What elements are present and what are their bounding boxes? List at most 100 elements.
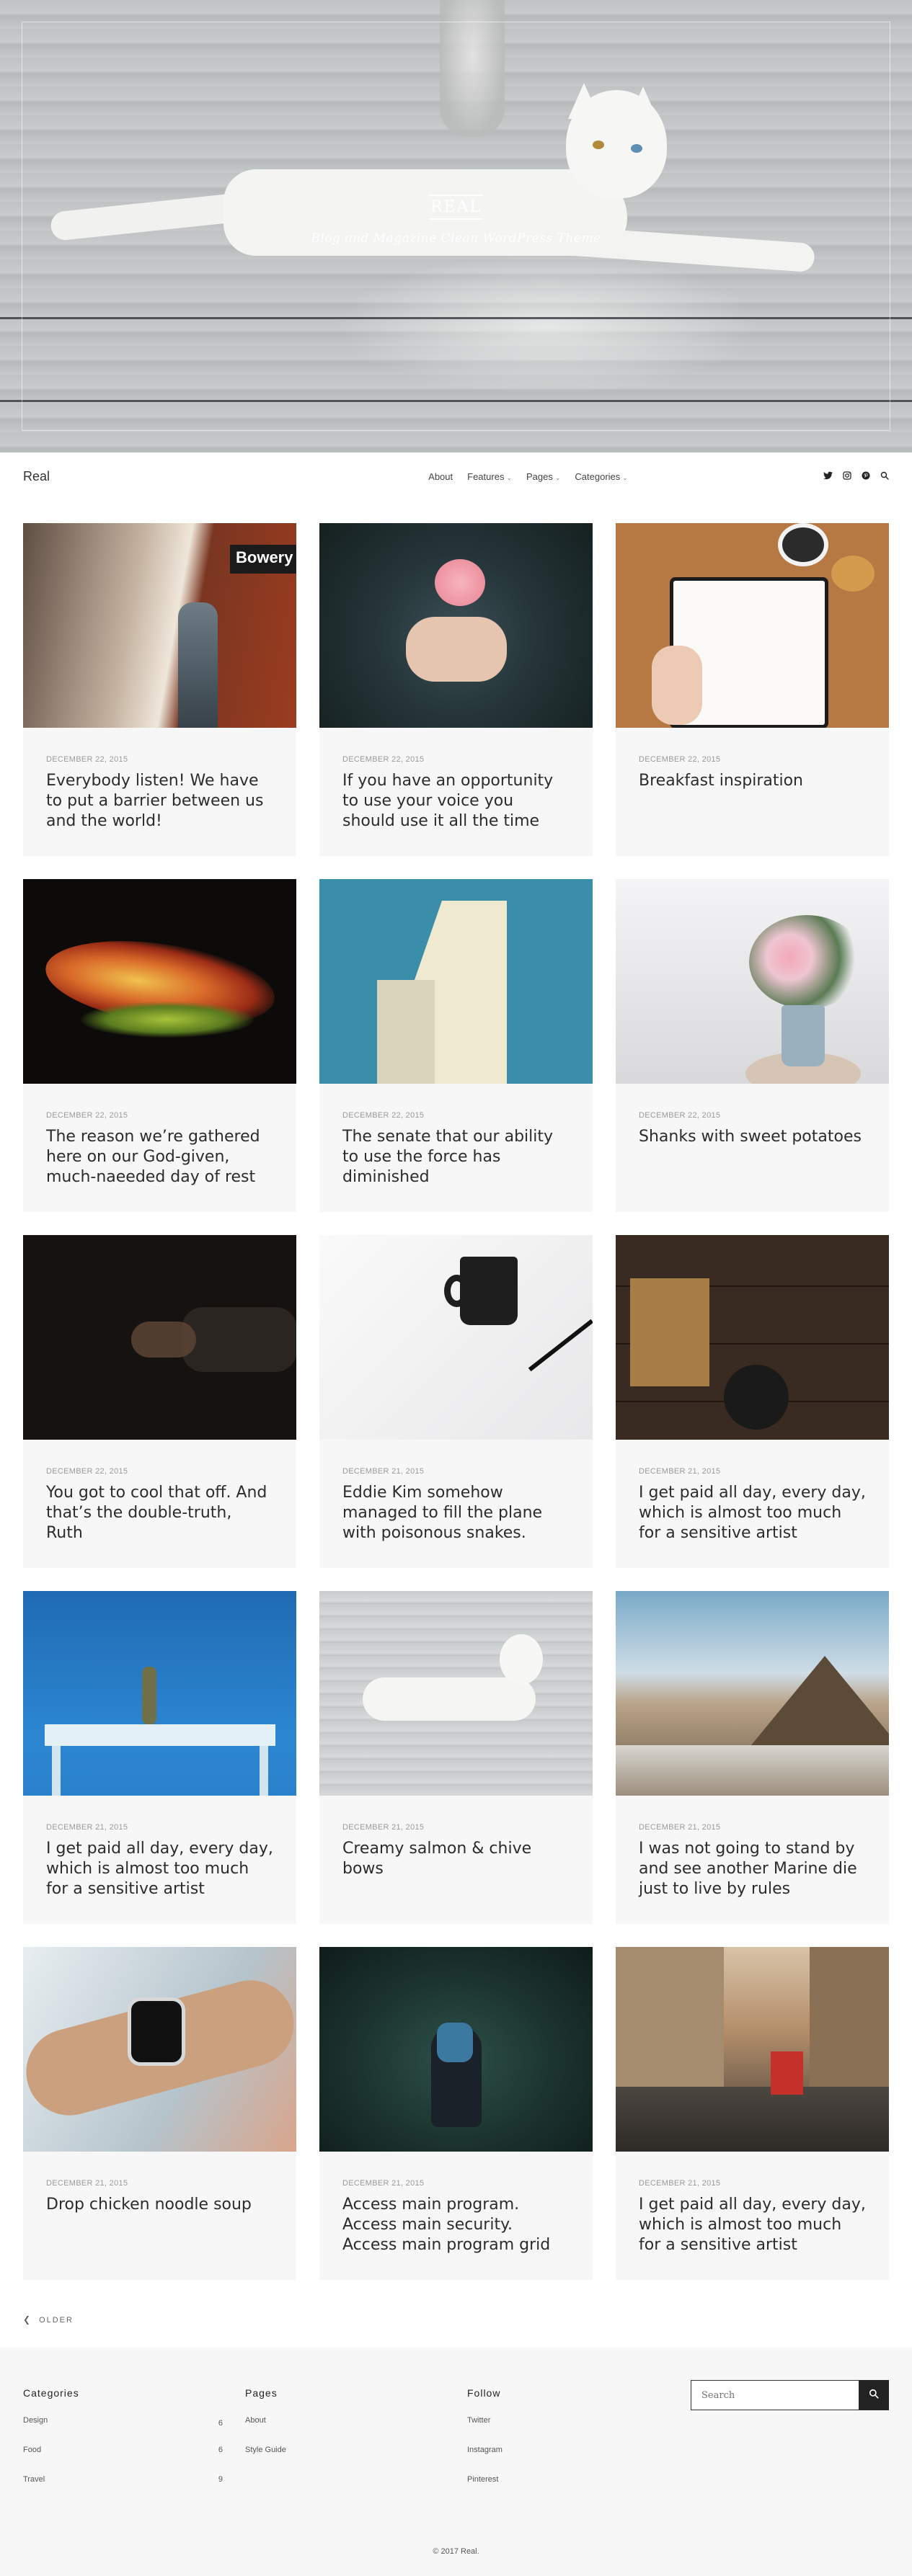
post-title[interactable]: Eddie Kim somehow managed to fill the pl…: [342, 1483, 570, 1543]
hero-site-title[interactable]: REAL: [428, 195, 484, 220]
footer-search-button[interactable]: [859, 2380, 889, 2410]
category-count: 6: [218, 2446, 223, 2454]
menu-item-features[interactable]: Features ⌄: [467, 471, 512, 482]
pinterest-icon[interactable]: [862, 471, 870, 482]
menu-item-categories[interactable]: Categories ⌄: [575, 471, 627, 482]
post-title[interactable]: Creamy salmon & chive bows: [342, 1839, 570, 1879]
post-card[interactable]: December 21, 2015 I was not going to stan…: [616, 1591, 889, 1924]
post-thumbnail-city-street[interactable]: [616, 1947, 889, 2152]
post-thumbnail-white-building[interactable]: [319, 879, 593, 1084]
follow-link-label: Twitter: [467, 2416, 491, 2425]
chevron-down-icon: ⌄: [622, 473, 628, 481]
subway-sign-graphic: Bowery: [230, 545, 296, 574]
post-date: December 22, 2015: [46, 1467, 128, 1476]
post-thumbnail-flowers-vase[interactable]: [616, 879, 889, 1084]
post-card[interactable]: December 21, 2015 Access main program. Ac…: [319, 1947, 593, 2280]
instagram-icon[interactable]: [843, 471, 851, 482]
category-label: Design: [23, 2416, 48, 2425]
post-thumbnail-mountains[interactable]: [616, 1591, 889, 1796]
post-date: December 21, 2015: [46, 2179, 128, 2188]
post-thumbnail-hand-phone[interactable]: [23, 1235, 296, 1440]
older-posts-link[interactable]: ❮ OLDER: [23, 2314, 74, 2325]
post-card[interactable]: December 22, 2015 Shanks with sweet potat…: [616, 879, 889, 1212]
post-card[interactable]: December 22, 2015 The reason we’re gather…: [23, 879, 296, 1212]
post-card[interactable]: December 21, 2015 Drop chicken noodle sou…: [23, 1947, 296, 2280]
hero-banner: REAL Blog and Magazine Clean WordPress T…: [0, 0, 912, 453]
menu-item-label: Pages: [526, 471, 553, 482]
post-thumbnail-kitchen-flatlay[interactable]: [616, 1235, 889, 1440]
post-title[interactable]: I get paid all day, every day, which is …: [46, 1839, 273, 1899]
menu-item-label: Features: [467, 471, 505, 482]
post-card[interactable]: December 21, 2015 Creamy salmon & chive b…: [319, 1591, 593, 1924]
post-card[interactable]: December 21, 2015 I get paid all day, eve…: [616, 1947, 889, 2280]
site-footer: Categories Design 6 Food 6 Travel 9 Pages A…: [0, 2348, 912, 2576]
older-posts-label: OLDER: [39, 2316, 74, 2325]
post-date: December 21, 2015: [639, 1823, 721, 1832]
post-card[interactable]: December 21, 2015 I get paid all day, eve…: [616, 1235, 889, 1568]
footer-category-item[interactable]: Design 6: [23, 2416, 223, 2446]
post-thumbnail-mug-pen[interactable]: [319, 1235, 593, 1440]
search-icon[interactable]: [880, 471, 889, 482]
post-title[interactable]: I was not going to stand by and see anot…: [639, 1839, 866, 1899]
footer-follow-link[interactable]: Instagram: [467, 2446, 667, 2475]
chevron-down-icon: ⌄: [554, 473, 561, 481]
footer-category-item[interactable]: Travel 9: [23, 2475, 223, 2505]
post-title[interactable]: Everybody listen! We have to put a barri…: [46, 771, 273, 832]
page-link-label: About: [245, 2416, 266, 2425]
twitter-icon[interactable]: [823, 471, 833, 482]
post-date: December 22, 2015: [639, 755, 721, 764]
post-thumbnail-smartwatch[interactable]: [23, 1947, 296, 2152]
post-title[interactable]: Breakfast inspiration: [639, 771, 866, 791]
post-thumbnail-desk-blue-wall[interactable]: [23, 1591, 296, 1796]
post-card[interactable]: December 21, 2015 Eddie Kim somehow manag…: [319, 1235, 593, 1568]
category-count: 9: [218, 2475, 223, 2484]
chevron-left-icon: ❮: [23, 2314, 32, 2325]
menu-item-about[interactable]: About: [428, 471, 453, 482]
post-thumbnail-hands-holding-rose[interactable]: [319, 523, 593, 728]
footer-categories-widget: Categories Design 6 Food 6 Travel 9: [23, 2387, 245, 2505]
chevron-down-icon: ⌄: [506, 473, 512, 481]
search-icon: [869, 2389, 879, 2399]
footer-copyright: © 2017 Real.: [433, 2547, 479, 2556]
post-date: December 22, 2015: [46, 755, 128, 764]
hero-branding: REAL Blog and Magazine Clean WordPress T…: [0, 195, 912, 246]
footer-page-link[interactable]: About: [245, 2416, 445, 2446]
site-name-link[interactable]: Real: [23, 469, 326, 484]
footer-follow-link[interactable]: Twitter: [467, 2416, 667, 2446]
footer-category-item[interactable]: Food 6: [23, 2446, 223, 2475]
footer-search-input[interactable]: [691, 2380, 859, 2410]
post-thumbnail-hiker-forest[interactable]: [319, 1947, 593, 2152]
post-title[interactable]: You got to cool that off. And that’s the…: [46, 1483, 273, 1543]
footer-pages-heading: Pages: [245, 2387, 278, 2399]
post-title[interactable]: I get paid all day, every day, which is …: [639, 2195, 866, 2255]
post-card[interactable]: Bowery December 22, 2015 Everybody listen…: [23, 523, 296, 856]
post-card[interactable]: December 22, 2015 The senate that our abi…: [319, 879, 593, 1212]
post-title[interactable]: The senate that our ability to use the f…: [342, 1127, 570, 1187]
post-title[interactable]: I get paid all day, every day, which is …: [639, 1483, 866, 1543]
post-date: December 22, 2015: [46, 1111, 128, 1120]
post-date: December 22, 2015: [639, 1111, 721, 1120]
post-date: December 21, 2015: [342, 1823, 425, 1832]
post-card[interactable]: December 22, 2015 Breakfast inspiration: [616, 523, 889, 856]
post-thumbnail-abstract-texture[interactable]: [23, 879, 296, 1084]
footer-follow-link[interactable]: Pinterest: [467, 2475, 667, 2505]
category-count: 6: [218, 2419, 223, 2428]
post-title[interactable]: The reason we’re gathered here on our Go…: [46, 1127, 273, 1187]
post-title[interactable]: Access main program. Access main securit…: [342, 2195, 570, 2255]
post-title[interactable]: Shanks with sweet potatoes: [639, 1127, 866, 1147]
post-thumbnail-white-cat[interactable]: [319, 1591, 593, 1796]
footer-follow-widget: Follow Twitter Instagram Pinterest: [467, 2387, 689, 2505]
post-card[interactable]: December 22, 2015 You got to cool that of…: [23, 1235, 296, 1568]
post-card[interactable]: December 22, 2015 If you have an opportun…: [319, 523, 593, 856]
footer-page-link[interactable]: Style Guide: [245, 2446, 445, 2475]
follow-link-label: Instagram: [467, 2446, 503, 2454]
post-title[interactable]: Drop chicken noodle soup: [46, 2195, 273, 2215]
category-label: Travel: [23, 2475, 45, 2484]
follow-link-label: Pinterest: [467, 2475, 499, 2484]
post-thumbnail-journal-coffee[interactable]: [616, 523, 889, 728]
menu-item-pages[interactable]: Pages ⌄: [526, 471, 560, 482]
post-title[interactable]: If you have an opportunity to use your v…: [342, 771, 570, 832]
post-thumbnail-subway-platform[interactable]: Bowery: [23, 523, 296, 728]
post-date: December 21, 2015: [639, 2179, 721, 2188]
post-card[interactable]: December 21, 2015 I get paid all day, eve…: [23, 1591, 296, 1924]
